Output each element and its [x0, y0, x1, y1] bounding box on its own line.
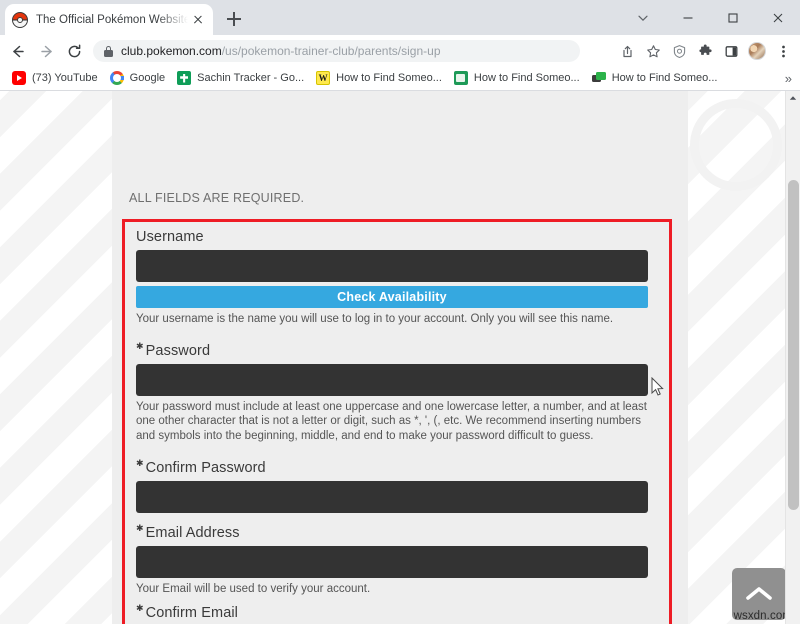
confirm-password-label-text: Confirm Password	[145, 459, 266, 476]
tab-search-chevron-down-icon[interactable]	[620, 0, 665, 35]
chat-icon	[591, 71, 606, 85]
signup-form: Username Check Availability Your usernam…	[136, 229, 648, 624]
username-input[interactable]	[136, 250, 648, 282]
share-icon[interactable]	[614, 39, 640, 63]
reload-icon[interactable]	[62, 39, 86, 63]
check-availability-button[interactable]: Check Availability	[136, 286, 648, 308]
scrollbar-up-arrow[interactable]	[786, 91, 800, 105]
close-window-button[interactable]	[755, 0, 800, 35]
pokeball-icon	[12, 11, 28, 28]
required-marker-icon: ✱	[136, 341, 144, 352]
email-address-label: ✱ Email Address	[136, 522, 648, 541]
url-host: club.pokemon.com	[121, 44, 222, 58]
window-controls	[620, 0, 800, 35]
email-address-input[interactable]	[136, 545, 648, 578]
username-helper-text: Your username is the name you will use t…	[136, 313, 614, 325]
lock-icon	[104, 45, 113, 57]
password-input[interactable]	[136, 364, 648, 397]
bookmark-how-to-find-2[interactable]: How to Find Someo...	[448, 68, 586, 88]
youtube-icon	[12, 71, 26, 85]
required-marker-icon: ✱	[136, 457, 144, 468]
browser-toolbar: club.pokemon.com/us/pokemon-trainer-club…	[0, 35, 800, 66]
url-path: /us/pokemon-trainer-club/parents/sign-up	[221, 44, 441, 58]
tab-title: The Official Pokémon Website | P	[36, 13, 188, 26]
bookmark-label: Google	[129, 72, 166, 84]
bookmark-sachin-tracker[interactable]: Sachin Tracker - Go...	[171, 68, 310, 88]
google-icon	[109, 71, 124, 85]
bookmark-label: How to Find Someo...	[611, 72, 718, 84]
confirm-password-label: ✱ Confirm Password	[136, 457, 648, 476]
bookmark-label: Sachin Tracker - Go...	[197, 72, 305, 84]
forward-arrow-icon[interactable]	[35, 39, 59, 63]
bookmark-label: How to Find Someo...	[336, 72, 442, 84]
extensions-puzzle-icon[interactable]	[692, 39, 718, 63]
close-icon[interactable]	[190, 12, 206, 28]
toolbar-icons	[614, 39, 796, 63]
wiki-icon: W	[316, 71, 331, 85]
url-text: club.pokemon.com/us/pokemon-trainer-club…	[121, 44, 441, 58]
username-label: Username	[136, 229, 648, 245]
scrollbar-thumb[interactable]	[788, 180, 799, 510]
page-viewport: ALL FIELDS ARE REQUIRED. Username Check …	[0, 91, 800, 624]
password-label: ✱ Password	[136, 341, 648, 360]
username-label-text: Username	[136, 229, 204, 245]
bookmark-how-to-find-3[interactable]: How to Find Someo...	[586, 68, 724, 88]
new-tab-button[interactable]	[222, 7, 246, 31]
tab-strip: The Official Pokémon Website | P	[0, 0, 800, 35]
bookmark-label: (73) YouTube	[32, 72, 98, 84]
bookmarks-overflow-icon[interactable]: »	[785, 71, 792, 86]
all-fields-required-note: ALL FIELDS ARE REQUIRED.	[129, 191, 305, 205]
minimize-button[interactable]	[665, 0, 710, 35]
confirm-email-label: ✱ Confirm Email	[136, 603, 648, 622]
bookmark-label: How to Find Someo...	[473, 72, 580, 84]
email-address-label-text: Email Address	[145, 524, 240, 541]
back-arrow-icon[interactable]	[5, 39, 29, 63]
page-scrollbar[interactable]	[785, 91, 800, 624]
side-panel-icon[interactable]	[718, 39, 744, 63]
confirm-password-input[interactable]	[136, 480, 648, 513]
address-bar[interactable]: club.pokemon.com/us/pokemon-trainer-club…	[93, 40, 580, 62]
google-sheets-icon	[177, 71, 192, 85]
shield-icon[interactable]	[666, 39, 692, 63]
bookmark-google[interactable]: Google	[104, 68, 171, 88]
bookmark-star-icon[interactable]	[640, 39, 666, 63]
password-helper-text: Your password must include at least one …	[136, 401, 648, 442]
chrome-menu-icon[interactable]	[770, 39, 796, 63]
browser-window: The Official Pokémon Website | P	[0, 0, 800, 624]
required-marker-icon: ✱	[136, 522, 144, 533]
email-helper-text: Your Email will be used to verify your a…	[136, 582, 371, 595]
green-doc-icon	[453, 71, 468, 85]
background-pokeball-watermark	[690, 99, 782, 191]
profile-avatar[interactable]	[744, 39, 770, 63]
browser-tab-pokemon[interactable]: The Official Pokémon Website | P	[5, 4, 213, 35]
bookmarks-bar: (73) YouTube Google Sachin Tracker - Go.…	[0, 66, 800, 91]
site-watermark: wsxdn.com	[733, 610, 792, 622]
chevron-up-icon	[746, 587, 772, 600]
bookmark-how-to-find-1[interactable]: W How to Find Someo...	[310, 68, 448, 88]
maximize-button[interactable]	[710, 0, 755, 35]
required-marker-icon: ✱	[136, 603, 144, 614]
confirm-email-label-text: Confirm Email	[145, 605, 238, 622]
bookmark-youtube[interactable]: (73) YouTube	[6, 68, 104, 88]
password-label-text: Password	[145, 343, 211, 360]
